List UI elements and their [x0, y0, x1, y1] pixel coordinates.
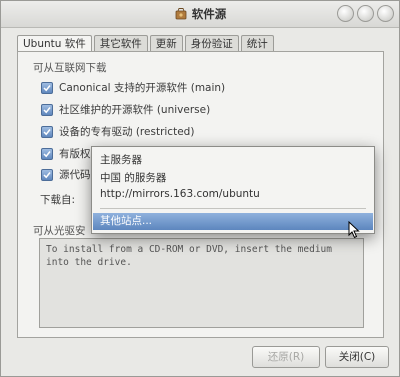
minimize-button[interactable]	[337, 5, 354, 22]
menu-item-other-sites[interactable]: 其他站点...	[93, 213, 373, 230]
checkbox-label: 设备的专有驱动 (restricted)	[59, 126, 195, 138]
checkbox-label: 社区维护的开源软件 (universe)	[59, 104, 211, 116]
checkbox-checked-icon[interactable]	[41, 81, 53, 94]
close-button[interactable]: 关闭(C)	[325, 346, 389, 368]
menu-separator	[100, 208, 366, 209]
checkbox-restricted[interactable]: 设备的专有驱动 (restricted)	[41, 124, 194, 139]
title-bar[interactable]: 软件源	[1, 1, 399, 28]
tab-statistics[interactable]: 统计	[240, 35, 274, 52]
checkbox-universe[interactable]: 社区维护的开源软件 (universe)	[41, 102, 210, 117]
checkbox-multiverse[interactable]: 有版权	[41, 146, 91, 161]
download-from-label: 下载自:	[40, 194, 76, 206]
checkbox-checked-icon[interactable]	[41, 103, 53, 116]
cdrom-list[interactable]: To install from a CD-ROM or DVD, insert …	[39, 238, 364, 328]
maximize-button[interactable]	[357, 5, 374, 22]
software-sources-icon	[174, 7, 188, 21]
internet-section-heading: 可从互联网下载	[33, 62, 107, 74]
revert-button[interactable]: 还原(R)	[252, 346, 320, 368]
cdrom-section-heading: 可从光驱安	[33, 225, 86, 237]
checkbox-label: 有版权	[59, 148, 91, 160]
checkbox-checked-icon[interactable]	[41, 168, 53, 181]
checkbox-label: 源代码	[59, 169, 91, 181]
window-title-text: 软件源	[191, 7, 227, 21]
menu-item-china-server[interactable]: 中国 的服务器	[100, 170, 166, 185]
checkbox-main[interactable]: Canonical 支持的开源软件 (main)	[41, 80, 225, 95]
menu-item-main-server[interactable]: 主服务器	[100, 152, 142, 167]
download-server-dropdown-menu: 主服务器 中国 的服务器 http://mirrors.163.com/ubun…	[91, 146, 375, 234]
checkbox-checked-icon[interactable]	[41, 147, 53, 160]
checkbox-source-code[interactable]: 源代码	[41, 167, 91, 182]
menu-item-mirror-163[interactable]: http://mirrors.163.com/ubuntu	[100, 188, 260, 200]
tab-other-software[interactable]: 其它软件	[93, 35, 148, 52]
checkbox-label: Canonical 支持的开源软件 (main)	[59, 82, 226, 94]
checkbox-checked-icon[interactable]	[41, 125, 53, 138]
close-window-button[interactable]	[377, 5, 394, 22]
tab-authentication[interactable]: 身份验证	[184, 35, 239, 52]
mouse-pointer-icon	[348, 220, 360, 242]
tab-updates[interactable]: 更新	[149, 35, 183, 52]
